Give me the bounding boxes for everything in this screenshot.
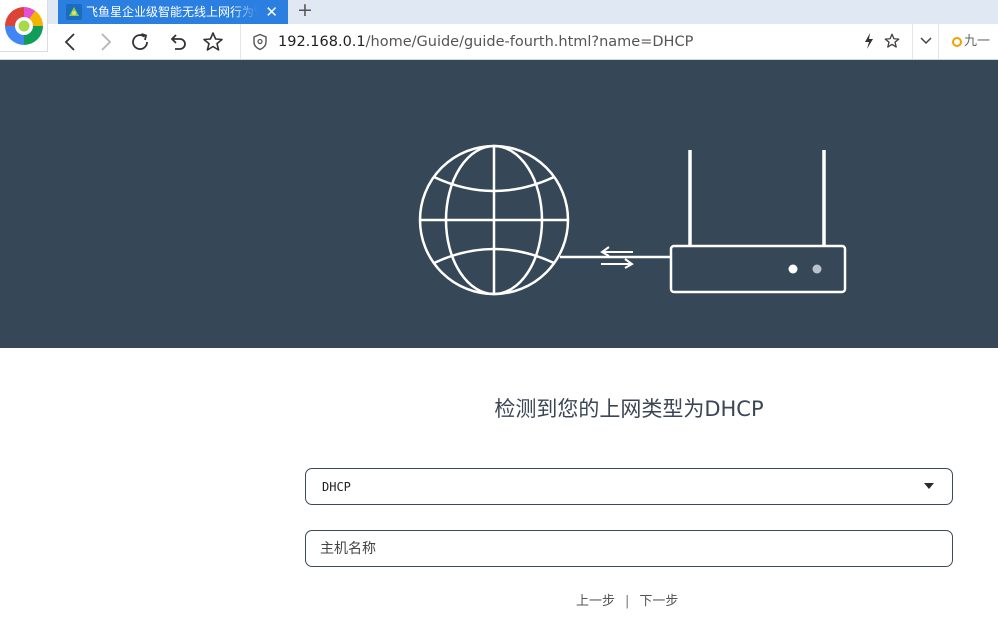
site-favicon-icon bbox=[66, 4, 82, 20]
browser-toolbar: 192.168.0.1/home/Guide/guide-fourth.html… bbox=[0, 24, 998, 60]
tab-strip: 飞鱼星企业级智能无线上网行为管理 ✕ + bbox=[0, 0, 998, 24]
connection-type-select[interactable]: DHCP bbox=[305, 468, 953, 505]
browser-logo-icon[interactable] bbox=[0, 0, 48, 52]
forward-arrow-icon[interactable] bbox=[93, 30, 117, 54]
address-url[interactable]: 192.168.0.1/home/Guide/guide-fourth.html… bbox=[278, 32, 693, 52]
address-dropdown-button[interactable] bbox=[912, 24, 939, 59]
search-engine-box[interactable]: 九一 bbox=[944, 32, 998, 52]
step-nav: 上一步 | 下一步 bbox=[576, 593, 678, 611]
lightning-icon[interactable] bbox=[862, 32, 876, 50]
star-outline-icon[interactable] bbox=[883, 32, 901, 50]
tab-close-icon[interactable]: ✕ bbox=[265, 2, 278, 22]
hero-banner bbox=[0, 60, 998, 348]
shield-icon[interactable] bbox=[252, 33, 268, 51]
browser-window: 飞鱼星企业级智能无线上网行为管理 ✕ + bbox=[0, 0, 998, 626]
undo-icon[interactable] bbox=[166, 30, 190, 54]
detect-title: 检测到您的上网类型为DHCP bbox=[494, 397, 764, 421]
reload-icon[interactable] bbox=[128, 30, 152, 54]
star-icon[interactable] bbox=[201, 30, 225, 54]
connection-type-value: DHCP bbox=[322, 480, 351, 494]
search-engine-logo-icon bbox=[952, 37, 962, 47]
router-icon bbox=[669, 150, 847, 294]
search-engine-label: 九一 bbox=[964, 34, 991, 49]
hostname-input[interactable] bbox=[320, 537, 920, 560]
browser-tab-active[interactable]: 飞鱼星企业级智能无线上网行为管理 ✕ bbox=[58, 0, 288, 24]
url-host: 192.168.0.1 bbox=[278, 34, 366, 50]
page-content: 检测到您的上网类型为DHCP DHCP 上一步 | 下一步 bbox=[0, 60, 998, 626]
nav-separator: | bbox=[625, 594, 630, 609]
browser-logo-graphic bbox=[5, 7, 43, 45]
prev-step-link[interactable]: 上一步 bbox=[576, 594, 615, 609]
new-tab-button[interactable]: + bbox=[296, 0, 314, 22]
next-step-link[interactable]: 下一步 bbox=[639, 594, 678, 609]
chevron-down-icon bbox=[920, 37, 932, 45]
url-path: /home/Guide/guide-fourth.html?name=DHCP bbox=[365, 34, 694, 50]
network-illustration bbox=[418, 144, 847, 296]
globe-icon bbox=[418, 144, 570, 296]
tab-title: 飞鱼星企业级智能无线上网行为管理 bbox=[86, 5, 258, 19]
address-bar[interactable]: 192.168.0.1/home/Guide/guide-fourth.html… bbox=[240, 24, 912, 59]
hostname-field[interactable] bbox=[305, 530, 953, 567]
back-arrow-icon[interactable] bbox=[59, 30, 83, 54]
caret-down-icon bbox=[924, 483, 934, 489]
